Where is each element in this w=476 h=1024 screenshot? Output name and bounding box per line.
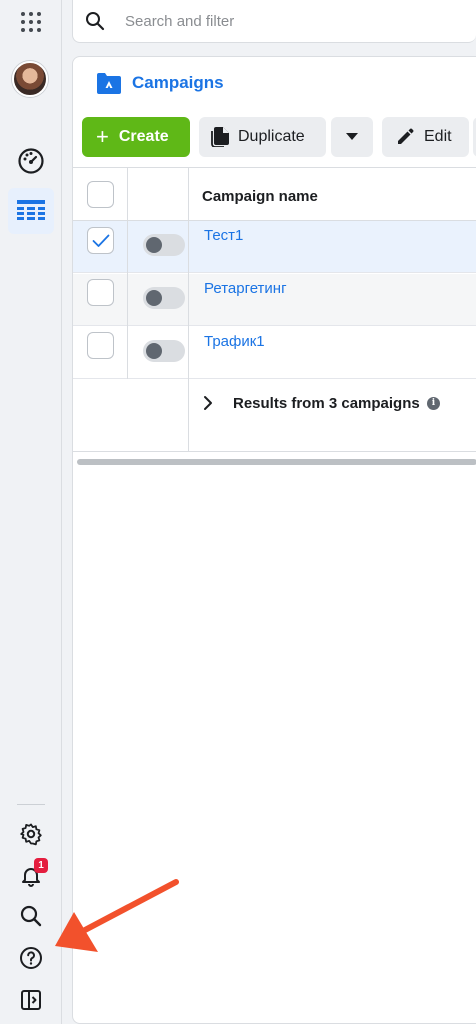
table-row[interactable]: Тест1 — [73, 221, 476, 273]
pencil-icon — [396, 128, 414, 146]
help-icon[interactable] — [13, 940, 49, 976]
edit-button-label: Edit — [424, 128, 452, 145]
rail-divider — [17, 804, 45, 805]
search-filter-bar[interactable]: Search and filter — [72, 0, 476, 43]
search-icon — [85, 11, 105, 36]
chevron-right-icon[interactable] — [203, 395, 213, 416]
campaigns-panel: Campaigns + Create Duplicate Edit Campai… — [72, 56, 476, 1024]
campaign-name-link[interactable]: Трафик1 — [204, 333, 265, 350]
campaign-name-link[interactable]: Ретаргетинг — [204, 280, 287, 297]
settings-gear-icon[interactable] — [13, 816, 49, 852]
search-input[interactable]: Search and filter — [125, 13, 234, 30]
duplicate-icon — [211, 127, 229, 147]
results-summary-row[interactable]: Results from 3 campaigns i — [73, 379, 476, 451]
row-checkbox[interactable] — [87, 332, 114, 359]
page-title: Campaigns — [132, 73, 224, 92]
duplicate-button[interactable]: Duplicate — [199, 117, 326, 157]
column-header-campaign-name[interactable]: Campaign name — [202, 188, 318, 205]
campaign-toggle[interactable] — [143, 340, 185, 362]
table-bottom-border — [73, 451, 476, 452]
campaign-toggle[interactable] — [143, 234, 185, 256]
results-summary-label: Results from 3 campaigns — [233, 395, 420, 412]
campaigns-folder-icon — [97, 72, 121, 99]
table-row[interactable]: Ретаргетинг — [73, 274, 476, 326]
table-header: Campaign name — [73, 167, 476, 221]
row-checkbox[interactable] — [87, 279, 114, 306]
select-all-checkbox[interactable] — [87, 181, 114, 208]
duplicate-options-dropdown[interactable] — [331, 117, 373, 157]
plus-icon: + — [96, 124, 109, 149]
search-icon[interactable] — [13, 898, 49, 934]
collapse-panel-icon[interactable] — [13, 982, 49, 1018]
edit-button[interactable]: Edit — [382, 117, 469, 157]
left-navigation-rail: 1 — [0, 0, 62, 1024]
horizontal-scrollbar[interactable] — [77, 459, 476, 465]
dashboard-gauge-icon[interactable] — [13, 143, 49, 179]
duplicate-button-label: Duplicate — [238, 128, 305, 145]
create-button[interactable]: + Create — [82, 117, 190, 157]
campaign-toggle[interactable] — [143, 287, 185, 309]
notifications-badge: 1 — [34, 858, 48, 873]
avatar[interactable] — [12, 61, 48, 97]
table-row[interactable]: Трафик1 — [73, 327, 476, 379]
panel-header: Campaigns — [73, 57, 476, 107]
row-checkbox[interactable] — [87, 227, 114, 254]
campaign-name-link[interactable]: Тест1 — [204, 227, 243, 244]
checkmark-icon — [92, 234, 109, 247]
create-button-label: Create — [118, 128, 169, 145]
campaigns-table-icon[interactable] — [8, 188, 54, 234]
column-divider — [188, 167, 189, 451]
apps-grid-icon[interactable] — [19, 10, 43, 34]
column-divider — [127, 167, 128, 379]
caret-down-icon — [346, 133, 358, 141]
info-icon[interactable]: i — [427, 397, 440, 410]
